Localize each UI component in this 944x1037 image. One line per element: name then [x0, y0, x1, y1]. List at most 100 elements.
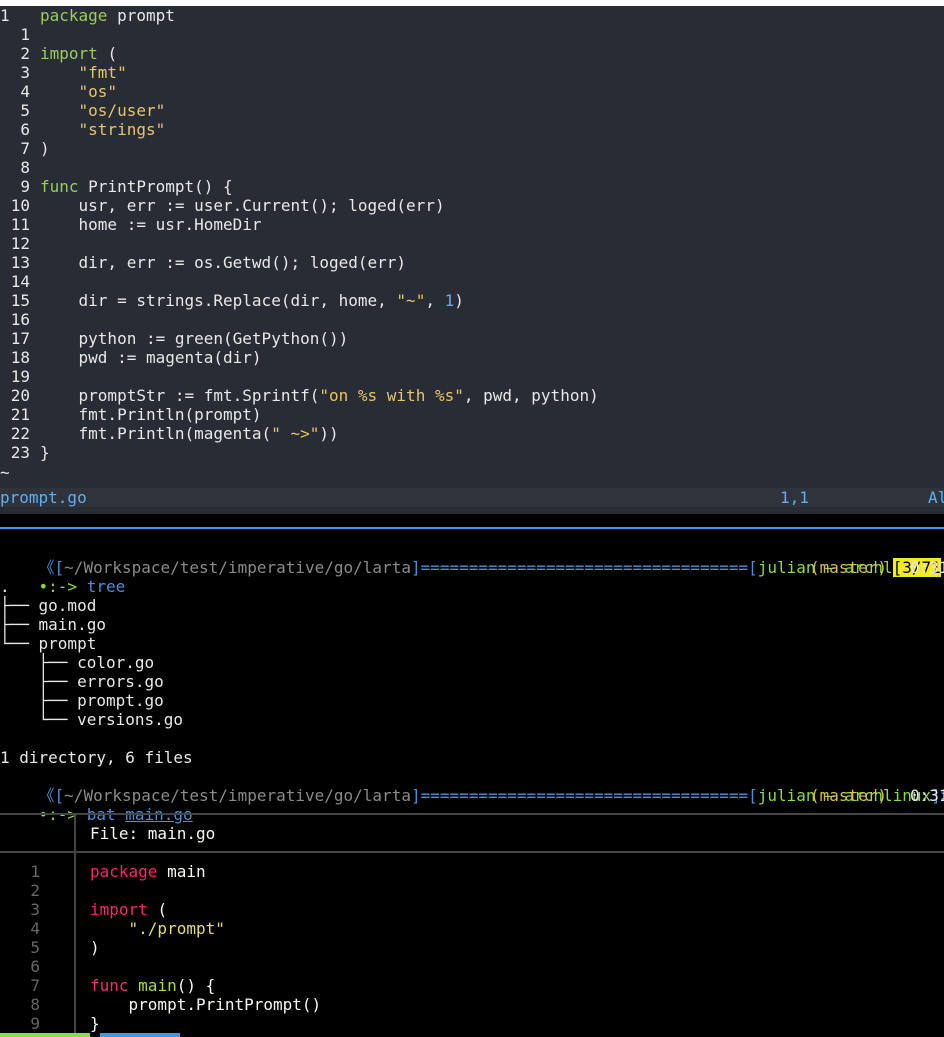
vim-editor-pane[interactable]: 1 package prompt 1 2 import (3 "fmt" 4 "os" 5 … — [0, 6, 944, 514]
vim-code-line[interactable]: 12 — [0, 234, 40, 253]
bat-line-number: 6 — [30, 957, 40, 976]
line-number: 19 — [10, 367, 30, 386]
line-number: 16 — [10, 310, 30, 329]
vim-code-line[interactable]: 2 import ( — [0, 44, 117, 63]
vim-code-line[interactable]: 4 "os" — [0, 82, 117, 101]
vim-statusline: prompt.go 1,1 Al — [0, 488, 944, 507]
tab-active[interactable] — [0, 1033, 90, 1037]
line-number: 8 — [20, 158, 30, 177]
git-branch: (master) — [810, 786, 888, 805]
line-number: 15 — [10, 291, 30, 310]
line-number: 5 — [20, 101, 30, 120]
line-number: 7 — [20, 139, 30, 158]
code-token: , pwd, python) — [463, 386, 599, 405]
vim-code-line[interactable]: 18 pwd := magenta(dir) — [0, 348, 262, 367]
prompt-arrow: •:-> — [38, 577, 78, 596]
line-number: 20 — [10, 386, 30, 405]
vim-code-line[interactable]: 1 — [0, 25, 40, 44]
vim-code-line[interactable]: 7) — [0, 139, 49, 158]
bat-gutter-line: 6 — [0, 957, 40, 976]
command-text: tree — [86, 577, 126, 596]
line-number: 14 — [10, 272, 30, 291]
pane-divider[interactable] — [0, 527, 944, 529]
code-token: fmt.Println(magenta( — [40, 424, 272, 443]
vim-code-line[interactable]: 5 "os/user" — [0, 101, 165, 120]
prompt-line-2: 《[~/Workspace/test/imperative/go/larta]=… — [0, 767, 944, 805]
vim-code-line[interactable]: 16 — [0, 310, 40, 329]
bat-gutter-line: 4 — [0, 919, 40, 938]
line-number: 17 — [10, 329, 30, 348]
vim-code-line[interactable]: 11 home := usr.HomeDir — [0, 215, 262, 234]
bat-code-line: import ( — [90, 900, 167, 919]
vim-code-line[interactable]: 8 — [0, 158, 40, 177]
vim-code-line[interactable]: 14 — [0, 272, 40, 291]
vim-tilde: ~ — [0, 463, 10, 482]
vim-code-line[interactable]: 17 python := green(GetPython()) — [0, 329, 349, 348]
bat-file-header: File: main.go — [90, 824, 216, 843]
code-token: "strings" — [78, 120, 166, 139]
code-token: } — [90, 1014, 100, 1033]
vim-code-line[interactable]: 3 "fmt" — [0, 63, 126, 82]
code-token: "./prompt" — [128, 919, 225, 938]
code-token: ) — [90, 938, 100, 957]
vim-code-line[interactable]: 1 package prompt — [0, 6, 175, 25]
code-token: dir, err := os.Getwd(); loged(err) — [40, 253, 407, 272]
code-token: func — [40, 177, 89, 196]
code-token: , — [425, 291, 445, 310]
tree-entry: ├── prompt.go — [0, 691, 164, 710]
bat-code-line: func main() { — [90, 976, 215, 995]
line-number: 21 — [10, 405, 30, 424]
vim-code-line[interactable]: 21 fmt.Println(prompt) — [0, 405, 262, 424]
prompt-bracket: ] — [410, 786, 421, 805]
prompt-separator: ================================== — [420, 786, 749, 805]
vim-code-line[interactable]: 15 dir = strings.Replace(dir, home, "~",… — [0, 291, 464, 310]
tab-second[interactable] — [100, 1033, 180, 1037]
vim-code-line[interactable]: 10 usr, err := user.Current(); loged(err… — [0, 196, 445, 215]
status-scroll: Al — [928, 488, 944, 507]
bat-code-line: } — [90, 1014, 100, 1033]
code-token: () { — [176, 976, 216, 995]
bat-code-line: "./prompt" — [90, 919, 225, 938]
code-token: prompt — [117, 6, 175, 25]
code-token: promptStr := fmt.Sprintf( — [40, 386, 320, 405]
vim-code-line[interactable]: 22 fmt.Println(magenta(" ~>")) — [0, 424, 339, 443]
prompt-bracket: [ — [748, 558, 758, 577]
tree-entry: ├── go.mod — [0, 596, 97, 615]
vim-code-line[interactable]: 19 — [0, 367, 40, 386]
code-token: python := green(GetPython()) — [40, 329, 349, 348]
tree-entry: └── prompt — [0, 634, 97, 653]
code-token: "os/user" — [78, 101, 166, 120]
vim-code-line[interactable]: 13 dir, err := os.Getwd(); loged(err) — [0, 253, 406, 272]
code-token: "on %s with %s" — [319, 386, 464, 405]
bat-line-number: 9 — [30, 1014, 40, 1033]
code-token: package — [40, 6, 118, 25]
bat-code-line: ) — [90, 938, 100, 957]
code-token: import — [40, 44, 108, 63]
bat-top-rule — [0, 813, 944, 815]
vim-code-line[interactable]: 23} — [0, 443, 50, 462]
git-branch: (master) — [810, 558, 888, 577]
tmux-tab-bar[interactable] — [0, 1033, 944, 1037]
code-token: PrintPrompt() { — [88, 177, 233, 196]
line-number: 6 — [20, 120, 30, 139]
bat-gutter-line: 8 — [0, 995, 40, 1014]
code-token: ( — [107, 44, 118, 63]
code-token: " ~>" — [271, 424, 320, 443]
code-token: usr, err := user.Current(); loged(err) — [40, 196, 445, 215]
prompt-time: 0:31 — [910, 786, 944, 805]
bat-gutter-line: 2 — [0, 881, 40, 900]
line-number: 1 — [0, 6, 10, 25]
status-filename: prompt.go — [0, 488, 87, 507]
line-number: 1 — [20, 25, 30, 44]
vim-code-line[interactable]: 20 promptStr := fmt.Sprintf("on %s with … — [0, 386, 599, 405]
vim-code-line[interactable]: 9 func PrintPrompt() { — [0, 177, 233, 196]
bat-line-number: 4 — [30, 919, 40, 938]
vim-code-line[interactable]: 6 "strings" — [0, 120, 165, 139]
bat-code-line: prompt.PrintPrompt() — [90, 995, 322, 1014]
code-token: main — [138, 976, 177, 995]
